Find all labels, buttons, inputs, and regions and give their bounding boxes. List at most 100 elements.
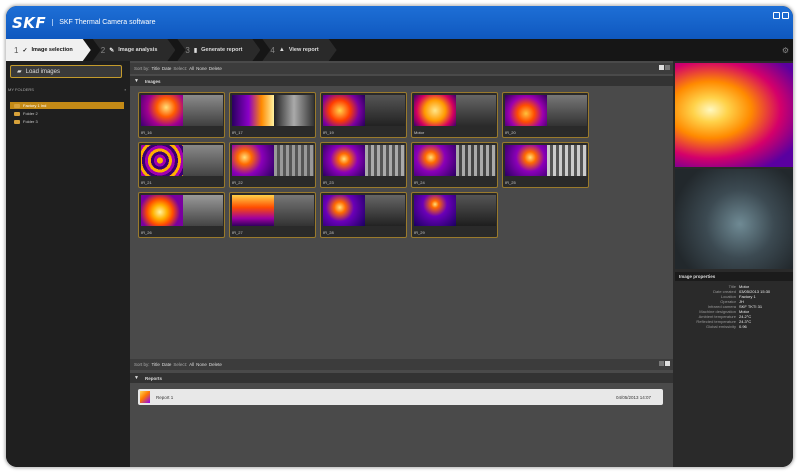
grid-view-icon[interactable]: [659, 65, 664, 70]
report-thumbnail: [140, 391, 150, 403]
image-thumbnail[interactable]: IR_20: [502, 92, 589, 138]
visual-image: [456, 145, 496, 176]
title-bar: SKF SKF Thermal Camera software: [6, 6, 793, 39]
select-all-link[interactable]: All: [189, 362, 194, 367]
reports-section-header[interactable]: ▼ Reports: [130, 373, 673, 383]
add-folder-icon[interactable]: ▪: [125, 87, 126, 92]
images-section-header[interactable]: ▼ Images: [130, 76, 673, 86]
folder-label: Factory 1 Ind: [23, 103, 47, 108]
restore-icon[interactable]: [782, 12, 789, 19]
pencil-icon: ✎: [109, 47, 115, 54]
infrared-image: [141, 195, 183, 226]
thumbnail-label: IR_24: [414, 180, 425, 185]
delete-link[interactable]: Delete: [209, 362, 222, 367]
image-thumbnail[interactable]: IR_25: [502, 142, 589, 188]
property-row: Global emissivity 0.96: [675, 324, 793, 329]
step-label: Image selection: [31, 47, 73, 53]
app-window: SKF SKF Thermal Camera software 1 ✓ Imag…: [5, 5, 794, 468]
visual-image: [547, 145, 587, 176]
sort-by-label: Sort by:: [134, 66, 150, 71]
images-toolbar: Sort by: Title Date Select: All None Del…: [130, 63, 673, 74]
select-none-link[interactable]: None: [196, 362, 207, 367]
visual-image: [274, 195, 314, 226]
thumbnail-label: IR_19: [323, 130, 334, 135]
visual-image: [456, 195, 496, 226]
step-image-analysis[interactable]: 2 ✎ Image analysis: [93, 39, 176, 61]
infrared-image: [414, 95, 456, 126]
image-thumbnail[interactable]: IR_24: [411, 142, 498, 188]
infrared-image: [323, 145, 365, 176]
thumbnail-label: IR_23: [323, 180, 334, 185]
delete-link[interactable]: Delete: [209, 66, 222, 71]
property-key: Global emissivity: [705, 324, 736, 329]
report-name: Report 1: [156, 394, 174, 400]
image-thumbnail[interactable]: IR_29: [411, 192, 498, 238]
infrared-image: [323, 195, 365, 226]
image-thumbnail[interactable]: IR_26: [138, 192, 225, 238]
image-thumbnail[interactable]: IR_21: [138, 142, 225, 188]
folder-item[interactable]: Factory 1 Ind: [10, 102, 124, 109]
visual-image: [274, 95, 314, 126]
sidebar: ▰ Load images MY FOLDERS ▪ Factory 1 Ind…: [6, 61, 130, 467]
check-icon: ✓: [22, 47, 28, 54]
minimize-icon[interactable]: [773, 12, 780, 19]
image-thumbnail[interactable]: IR_16: [138, 92, 225, 138]
report-row[interactable]: Report 1 04/05/2013 14:07: [138, 389, 663, 405]
collapse-icon[interactable]: ▼: [134, 78, 139, 84]
thumbnail-label: IR_27: [232, 230, 243, 235]
step-number: 1: [14, 45, 19, 55]
folder-item[interactable]: Folder 2: [10, 110, 124, 117]
select-none-link[interactable]: None: [196, 66, 207, 71]
step-number: 4: [270, 45, 275, 55]
infrared-image: [505, 145, 547, 176]
sort-date-link[interactable]: Date: [162, 362, 172, 367]
select-label: Select:: [173, 66, 188, 71]
preview-panel: Image properties Title Motor Date created…: [673, 61, 793, 467]
visual-image: [547, 95, 587, 126]
grid-view-icon[interactable]: [659, 361, 664, 366]
image-thumbnail[interactable]: IR_22: [229, 142, 316, 188]
window-controls: [773, 12, 789, 19]
folder-icon: [14, 103, 20, 108]
step-image-selection[interactable]: 1 ✓ Image selection: [6, 39, 91, 61]
view-toggle[interactable]: [659, 65, 670, 70]
sort-by-label: Sort by:: [134, 362, 150, 367]
list-view-icon[interactable]: [665, 361, 670, 366]
gear-icon[interactable]: ⚙: [782, 46, 789, 55]
folder-label: Folder 2: [23, 111, 38, 116]
thumbnail-label: IR_22: [232, 180, 243, 185]
step-label: Image analysis: [118, 47, 158, 53]
sort-title-link[interactable]: Title: [152, 362, 160, 367]
visual-image: [365, 95, 405, 126]
image-thumbnail[interactable]: IR_17: [229, 92, 316, 138]
properties-list: Title Motor Date created 03/05/2013 15:30 …: [675, 284, 793, 329]
infrared-image: [141, 95, 183, 126]
visual-image: [456, 95, 496, 126]
step-generate-report[interactable]: 3 ▮ Generate report: [177, 39, 260, 61]
load-images-label: Load images: [25, 68, 60, 75]
infrared-preview-image: [675, 63, 793, 167]
infrared-image: [505, 95, 547, 126]
sort-title-link[interactable]: Title: [152, 66, 160, 71]
image-thumbnail[interactable]: IR_28: [320, 192, 407, 238]
select-all-link[interactable]: All: [189, 66, 194, 71]
select-label: Select:: [173, 362, 188, 367]
app-title: SKF Thermal Camera software: [52, 19, 156, 26]
view-toggle[interactable]: [659, 361, 670, 366]
sort-date-link[interactable]: Date: [162, 66, 172, 71]
collapse-icon[interactable]: ▼: [134, 375, 139, 381]
step-number: 3: [185, 45, 190, 55]
list-view-icon[interactable]: [665, 65, 670, 70]
infrared-image: [414, 145, 456, 176]
thumbnail-label: IR_17: [232, 130, 243, 135]
folder-item[interactable]: Folder 3: [10, 118, 124, 125]
properties-header: Image properties: [675, 272, 793, 281]
step-label: Generate report: [201, 47, 243, 53]
image-thumbnail[interactable]: IR_19: [320, 92, 407, 138]
property-value: 0.96: [739, 324, 747, 329]
image-thumbnail[interactable]: IR_27: [229, 192, 316, 238]
image-thumbnail[interactable]: Motor: [411, 92, 498, 138]
load-images-button[interactable]: ▰ Load images: [10, 65, 122, 78]
step-view-report[interactable]: 4 ▲ View report: [262, 39, 336, 61]
image-thumbnail[interactable]: IR_23: [320, 142, 407, 188]
